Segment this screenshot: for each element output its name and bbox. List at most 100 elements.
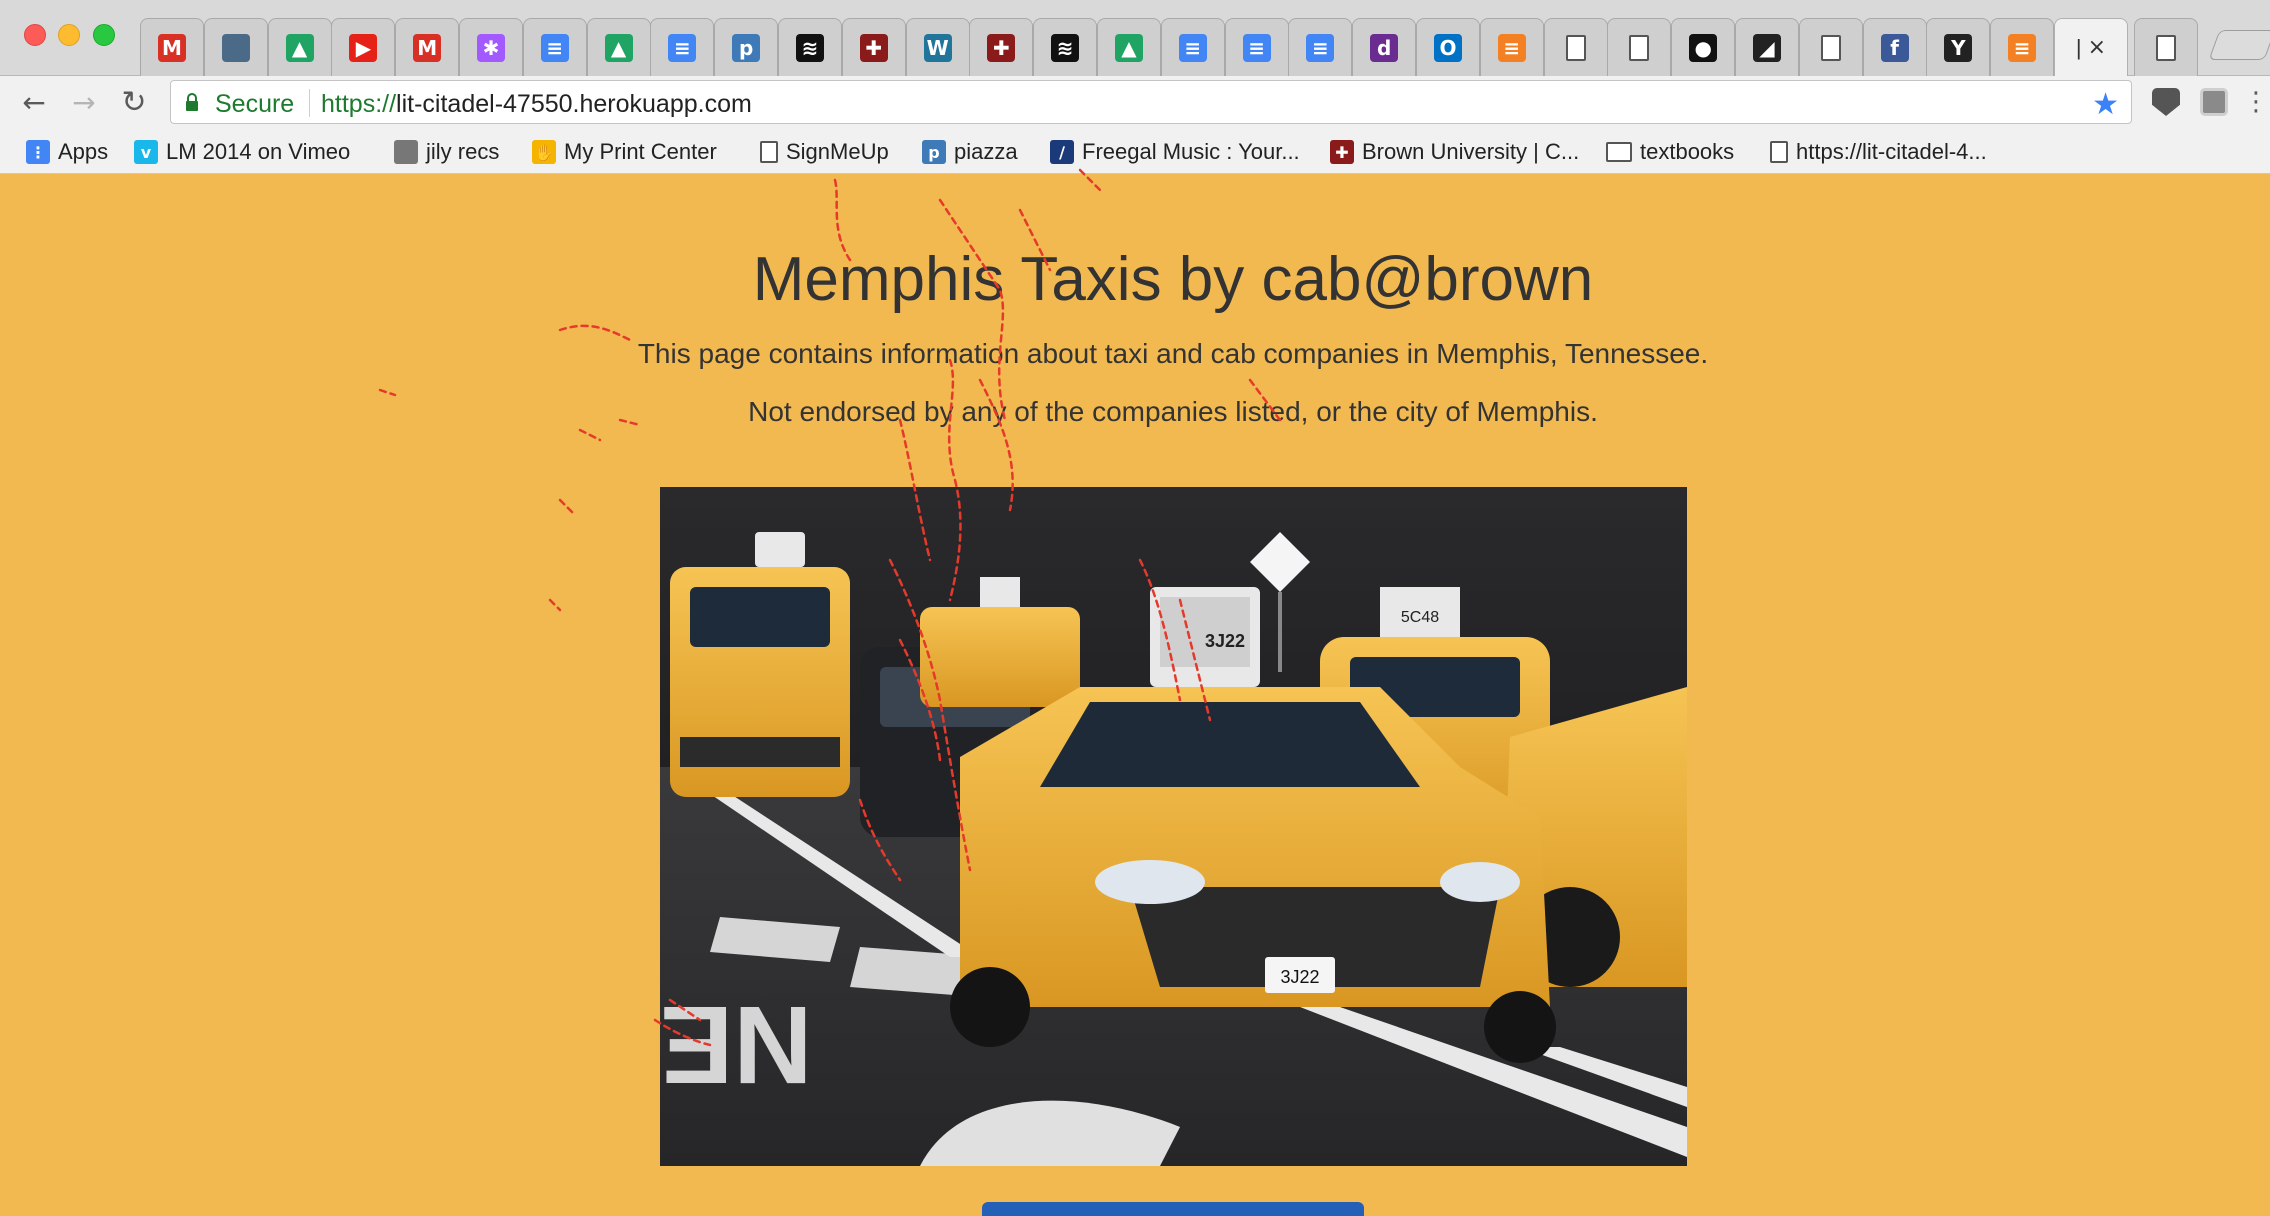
browser-tab[interactable]: ≡ [650,18,715,76]
bookmark-item[interactable]: textbooks [1606,136,1734,168]
url-text[interactable]: https://lit-citadel-47550.herokuapp.com [321,90,752,119]
page-title: Memphis Taxis by cab@brown [752,245,1594,314]
bookmark-item[interactable]: jily recs [394,136,499,168]
tab-close-icon[interactable]: × [2088,35,2106,60]
github-icon: ● [1689,33,1718,62]
document-icon [760,141,778,163]
bookmark-item[interactable]: ∕ Freegal Music : Your... [1050,136,1300,168]
svg-text:ƎИ: ƎИ [660,983,812,1106]
license-plate-text: 3J22 [1280,967,1319,987]
new-tab-button[interactable] [2208,30,2270,60]
apps-grid-icon: ⋮ [26,140,50,164]
document-icon [1770,141,1788,163]
browser-tab[interactable]: ≡ [1990,18,2055,76]
google-docs-icon: ≡ [1242,33,1271,62]
brown-shield-icon: ✚ [1330,140,1354,164]
browser-toolbar: ← → ↻ Secure https://lit-citadel-47550.h… [0,76,2270,128]
google-docs-icon: ≡ [1306,33,1335,62]
document-icon [1565,34,1586,61]
browser-chrome: M ▲ ▶ M ✱ ≡ ▲ ≡ p ≋ ✚ W ✚ ≋ ▲ ≡ ≡ ≡ d O ≡ ● ◢ f Y ≡ | × ← → ↻ Secur… [0,0,2270,174]
browser-tab[interactable]: ≋ [1033,18,1098,76]
url-host: lit-citadel-47550.herokuapp.com [396,90,752,118]
forward-arrow-icon[interactable]: → [68,86,100,119]
roof-sign-text: 3J22 [1205,631,1245,651]
browser-tab[interactable]: ▶ [331,18,396,76]
active-tab-label: | [2075,34,2082,60]
reload-icon[interactable]: ↻ [118,85,150,120]
pocket-extension-icon[interactable] [2152,88,2180,116]
browser-tab[interactable]: ≡ [1479,18,1544,76]
youtube-icon: ▶ [349,33,378,62]
browser-tab[interactable]: ▲ [1097,18,1161,76]
bookmark-label: textbooks [1640,139,1735,164]
browser-tab[interactable] [2134,18,2198,76]
bookmark-star-icon[interactable]: ★ [2092,87,2119,122]
address-bar[interactable]: Secure https://lit-citadel-47550.herokua… [170,80,2132,124]
brown-shield-icon: ✚ [987,33,1016,62]
browser-tab[interactable]: d [1352,18,1417,76]
dq-icon: d [1370,33,1399,62]
bookmark-label: Brown University | C... [1362,139,1580,164]
browser-tab[interactable]: ✚ [969,18,1034,76]
freegal-icon: ∕ [1050,140,1074,164]
browser-tab[interactable]: Y [1926,18,1991,76]
secure-label: Secure [215,90,295,118]
active-tab[interactable]: | × [2054,18,2128,76]
bookmark-label: LM 2014 on Vimeo [166,139,351,164]
bookmark-item[interactable]: p piazza [922,136,1018,168]
maximize-window-button[interactable] [93,24,115,46]
gmail-icon: M [158,33,186,62]
browser-tab[interactable]: ▲ [586,18,651,76]
bookmark-label: jily recs [426,139,500,164]
browser-tab[interactable]: ≡ [1288,18,1353,76]
gmail-icon: M [413,33,442,62]
browser-tab[interactable] [1798,18,1863,76]
browser-tab[interactable]: O [1416,18,1480,76]
bookmark-item[interactable]: SignMeUp [760,136,889,168]
back-arrow-icon[interactable]: ← [18,86,50,119]
piazza-icon: p [922,140,946,164]
bookmark-item[interactable]: https://lit-citadel-4... [1770,136,1987,168]
browser-tab[interactable]: f [1862,18,1927,76]
document-icon [1820,34,1841,61]
menu-kebab-icon[interactable]: ⋮ [2240,86,2270,118]
browser-tab[interactable]: p [714,18,779,76]
bookmark-item[interactable]: ✚ Brown University | C... [1330,136,1579,168]
browser-tab[interactable]: ✱ [459,18,523,76]
browser-tab[interactable]: M [395,18,460,76]
bookmark-label: SignMeUp [786,139,889,164]
edit-icon: ◢ [1753,33,1781,62]
minimize-window-button[interactable] [58,24,80,46]
browser-tab[interactable] [1543,18,1608,76]
y-icon: Y [1944,33,1973,62]
browser-tab[interactable]: W [905,18,970,76]
browser-tab[interactable]: ≋ [778,18,842,76]
browser-tab[interactable]: ≡ [1224,18,1289,76]
wordpress-icon: W [923,33,952,62]
bookmark-item[interactable]: ✋ My Print Center [532,136,717,168]
bookmark-label: https://lit-citadel-4... [1796,139,1987,164]
browser-tab[interactable]: M [140,18,204,76]
roof-sign-text-right: 5C48 [1401,609,1439,626]
browser-tab[interactable]: ✚ [841,18,906,76]
browser-tab[interactable]: ● [1671,18,1736,76]
document-icon [2156,34,2176,61]
stripes-icon: ≋ [796,33,824,62]
bookmark-item[interactable]: ⋮ Apps [26,136,108,168]
browser-tab[interactable]: ≡ [522,18,587,76]
close-window-button[interactable] [24,24,46,46]
browser-tab[interactable] [203,18,268,76]
browser-tab[interactable] [1607,18,1672,76]
outlook-icon: O [1434,33,1462,62]
google-drive-icon: ▲ [604,33,633,62]
browser-tab[interactable]: ◢ [1735,18,1799,76]
browser-tab[interactable]: ≡ [1160,18,1225,76]
bookmarks-bar: ⋮ Apps v LM 2014 on Vimeo jily recs ✋ My Print… [0,132,2270,172]
photo-icon [394,140,418,164]
primary-action-button[interactable] [982,1202,1364,1216]
extension-icon[interactable] [2200,88,2228,116]
stack-overflow-icon: ≡ [1497,33,1526,62]
browser-tab[interactable]: ▲ [267,18,332,76]
google-docs-icon: ≡ [668,33,697,62]
bookmark-item[interactable]: v LM 2014 on Vimeo [134,136,350,168]
